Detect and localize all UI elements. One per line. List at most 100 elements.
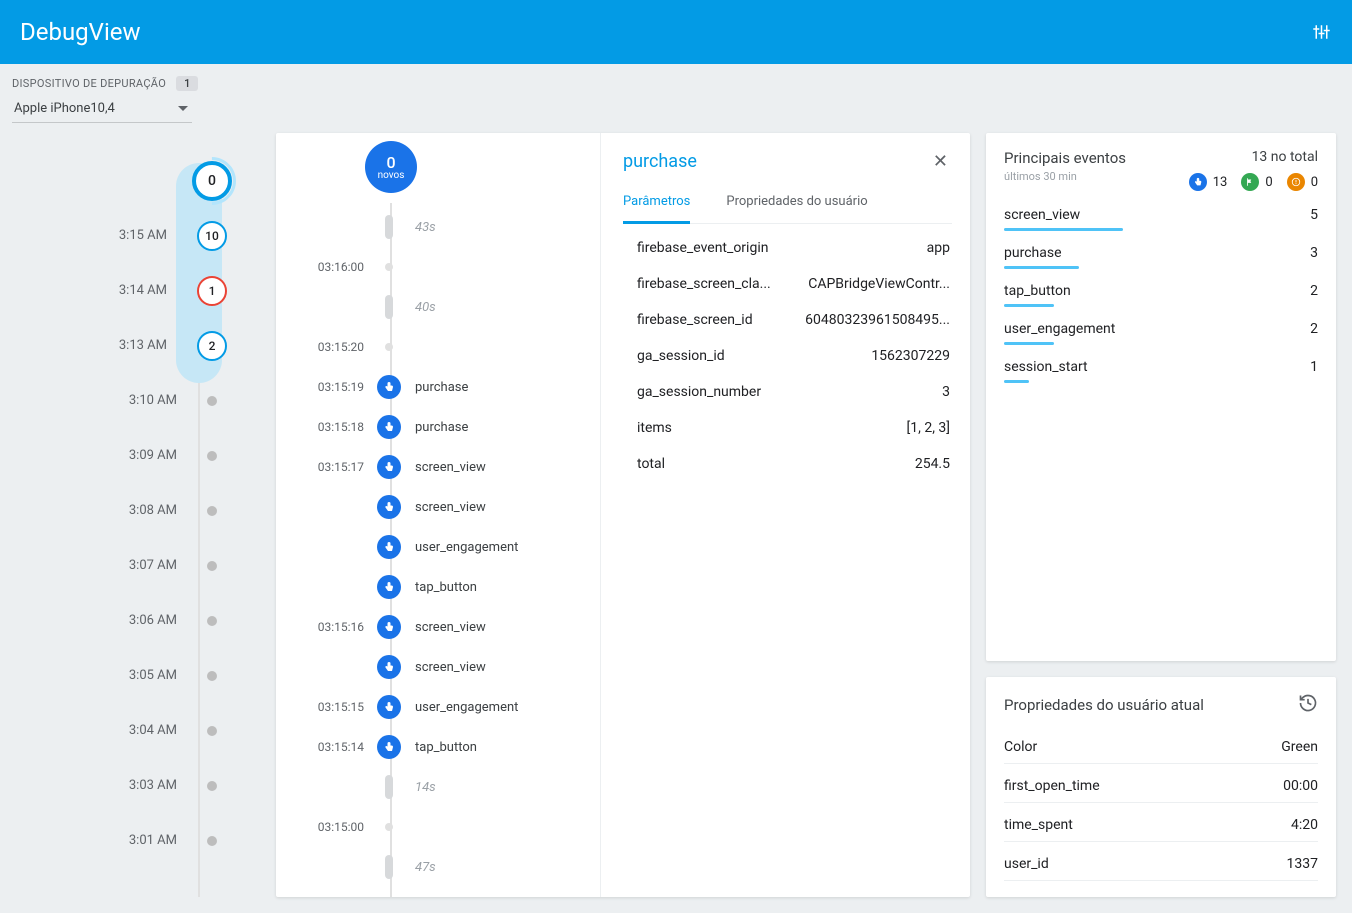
stream-gap-row: 47s — [306, 847, 590, 887]
stream-event-row[interactable]: screen_view — [306, 647, 590, 687]
seconds-stream: 0 novos 43s 03:16:00 40s 03:15:20 03:15:… — [276, 133, 601, 897]
stream-time: 03:15:17 — [306, 460, 364, 474]
minute-time: 3:07 AM — [117, 558, 177, 573]
user-prop-row[interactable]: Color Green — [1004, 739, 1318, 764]
user-prop-value: Green — [1281, 739, 1318, 755]
minute-time: 3:10 AM — [117, 393, 177, 408]
user-prop-value: 00:00 — [1283, 778, 1318, 794]
minute-item[interactable]: 3:03 AM — [0, 758, 260, 813]
stream-time: 03:15:16 — [306, 620, 364, 634]
minute-dot — [207, 836, 217, 846]
minute-current[interactable]: 0 — [0, 153, 260, 208]
stream-event-row[interactable]: 03:15:16 screen_view — [306, 607, 590, 647]
top-event-name: user_engagement — [1004, 321, 1115, 337]
event-detail-panel: purchase ✕ Parâmetros Propriedades do us… — [601, 133, 970, 897]
gap-pill — [385, 215, 393, 239]
stream-tick — [385, 823, 393, 831]
user-prop-row[interactable]: user_id 1337 — [1004, 856, 1318, 881]
parameter-row[interactable]: items [1, 2, 3] — [637, 420, 950, 436]
minute-current-bubble: 0 — [192, 161, 232, 201]
touch-icon — [377, 615, 401, 639]
parameter-row[interactable]: firebase_screen_id 60480323961508495... — [637, 312, 950, 328]
user-prop-key: Color — [1004, 739, 1037, 755]
gap-label: 14s — [415, 780, 436, 795]
stream-event-row[interactable]: 03:15:14 tap_button — [306, 727, 590, 767]
user-prop-row[interactable]: first_open_time 00:00 — [1004, 778, 1318, 803]
event-detail-title: purchase — [623, 151, 697, 172]
user-prop-key: first_open_time — [1004, 778, 1100, 794]
top-event-name: session_start — [1004, 359, 1088, 375]
history-icon[interactable] — [1298, 693, 1318, 717]
top-event-name: screen_view — [1004, 207, 1080, 223]
top-event-row[interactable]: user_engagement 2 — [1004, 321, 1318, 345]
stream-event-name: screen_view — [415, 620, 486, 635]
parameter-row[interactable]: ga_session_id 1562307229 — [637, 348, 950, 364]
minute-item[interactable]: 3:08 AM — [0, 483, 260, 538]
touch-icon — [377, 655, 401, 679]
top-event-row[interactable]: purchase 3 — [1004, 245, 1318, 269]
minute-item[interactable]: 3:09 AM — [0, 428, 260, 483]
stream-event-row[interactable]: user_engagement — [306, 527, 590, 567]
tab-parameters[interactable]: Parâmetros — [623, 194, 690, 224]
parameter-row[interactable]: firebase_event_origin app — [637, 240, 950, 256]
top-event-count: 3 — [1310, 245, 1318, 261]
top-event-row[interactable]: screen_view 5 — [1004, 207, 1318, 231]
flag-icon — [1241, 173, 1259, 191]
top-event-count: 1 — [1310, 359, 1318, 375]
stream-event-name: purchase — [415, 380, 468, 395]
stream-event-row[interactable]: 03:15:19 purchase — [306, 367, 590, 407]
user-prop-row[interactable]: time_spent 4:20 — [1004, 817, 1318, 842]
minute-item[interactable]: 3:04 AM — [0, 703, 260, 758]
stream-event-row[interactable]: screen_view — [306, 487, 590, 527]
user-props-title: Propriedades do usuário atual — [1004, 696, 1204, 714]
app-header: DebugView — [0, 0, 1352, 64]
minute-item[interactable]: 3:07 AM — [0, 538, 260, 593]
stream-event-row[interactable]: tap_button — [306, 567, 590, 607]
stream-event-name: tap_button — [415, 580, 477, 595]
top-event-bar — [1004, 342, 1054, 345]
minute-dot — [207, 781, 217, 791]
stream-event-row[interactable]: 03:15:15 user_engagement — [306, 687, 590, 727]
stream-event-row[interactable]: 03:15:17 screen_view — [306, 447, 590, 487]
parameter-row[interactable]: total 254.5 — [637, 456, 950, 472]
minute-item[interactable]: 3:01 AM — [0, 813, 260, 868]
top-event-name: tap_button — [1004, 283, 1071, 299]
minute-item[interactable]: 3:05 AM — [0, 648, 260, 703]
detail-tabs: Parâmetros Propriedades do usuário — [623, 194, 952, 224]
close-icon[interactable]: ✕ — [929, 147, 952, 176]
top-event-row[interactable]: session_start 1 — [1004, 359, 1318, 383]
badge-orange-value: 0 — [1311, 175, 1318, 190]
minute-bubble: 2 — [197, 331, 227, 361]
stream-event-row[interactable]: 03:15:18 purchase — [306, 407, 590, 447]
stream-event-name: purchase — [415, 420, 468, 435]
device-select-value: Apple iPhone10,4 — [14, 101, 115, 116]
gap-pill — [385, 855, 393, 879]
minute-item[interactable]: 3:10 AM — [0, 373, 260, 428]
stream-event-name: user_engagement — [415, 540, 518, 555]
stream-tick-row: 03:15:20 — [306, 327, 590, 367]
tab-user-properties[interactable]: Propriedades do usuário — [726, 194, 867, 223]
touch-icon — [377, 735, 401, 759]
stream-time: 03:15:20 — [306, 340, 364, 354]
parameter-row[interactable]: ga_session_number 3 — [637, 384, 950, 400]
settings-icon[interactable] — [1308, 20, 1332, 44]
touch-icon — [1189, 173, 1207, 191]
minute-dot — [207, 616, 217, 626]
parameter-row[interactable]: firebase_screen_cla... CAPBridgeViewCont… — [637, 276, 950, 292]
minute-dot — [207, 561, 217, 571]
minute-time: 3:13 AM — [107, 338, 167, 353]
touch-icon — [377, 495, 401, 519]
touch-icon — [377, 535, 401, 559]
top-event-count: 5 — [1310, 207, 1318, 223]
touch-icon — [377, 375, 401, 399]
stream-tick — [385, 343, 393, 351]
device-select[interactable]: Apple iPhone10,4 — [12, 95, 192, 123]
stream-time: 03:15:00 — [306, 820, 364, 834]
touch-icon — [377, 575, 401, 599]
minute-dot — [207, 451, 217, 461]
gap-label: 47s — [415, 860, 436, 875]
top-event-row[interactable]: tap_button 2 — [1004, 283, 1318, 307]
minute-time: 3:04 AM — [117, 723, 177, 738]
minute-item[interactable]: 3:06 AM — [0, 593, 260, 648]
stream-event-name: screen_view — [415, 460, 486, 475]
